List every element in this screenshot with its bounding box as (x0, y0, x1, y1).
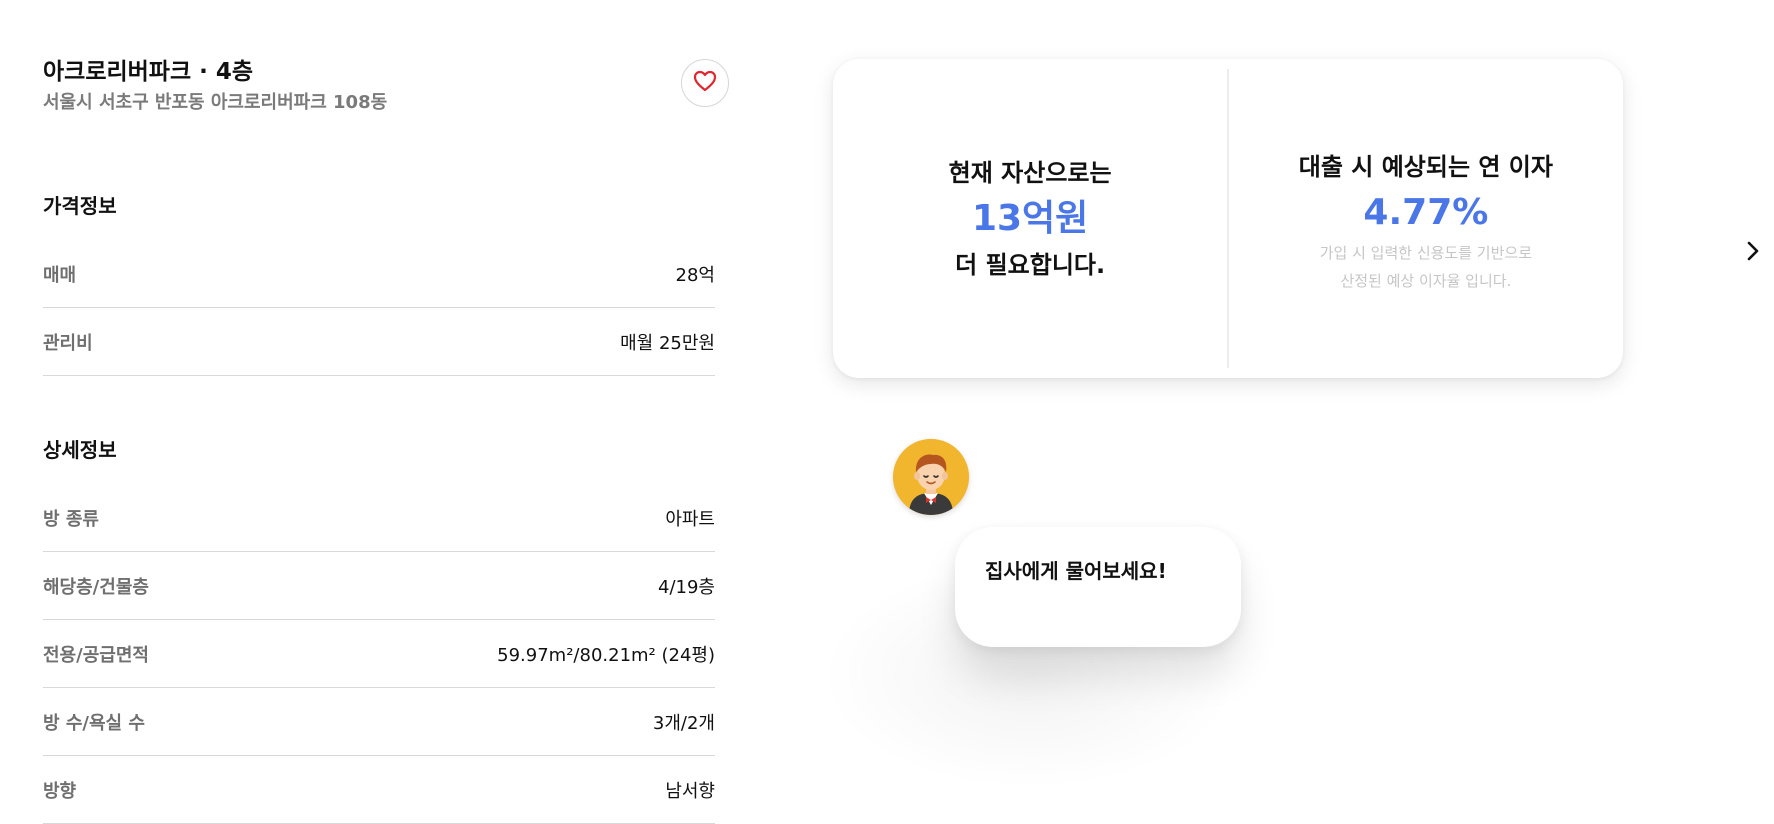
asset-shortfall-panel: 현재 자산으로는 13억원 더 필요합니다. (833, 59, 1227, 378)
loan-note-line1: 가입 시 입력한 신용도를 기반으로 (1319, 243, 1533, 262)
assistant-message: 집사에게 물어보세요! (985, 559, 1167, 583)
row-label: 방향 (43, 780, 77, 802)
listing-address: 서울시 서초구 반포동 아크로리버파크 108동 (43, 92, 388, 113)
chevron-right-icon[interactable] (1744, 238, 1762, 264)
asset-line2: 더 필요합니다. (955, 250, 1106, 279)
price-section-title: 가격정보 (43, 194, 117, 218)
row-value: 28억 (675, 264, 715, 286)
finance-summary-card: 현재 자산으로는 13억원 더 필요합니다. 대출 시 예상되는 연 이자 4.… (833, 59, 1623, 378)
detail-section-title: 상세정보 (43, 438, 117, 462)
price-row-sale: 매매 28억 (43, 240, 715, 308)
detail-info-list: 방 종류 아파트 해당층/건물층 4/19층 전용/공급면적 59.97m²/8… (43, 484, 715, 824)
row-value: 남서향 (665, 780, 715, 802)
row-value: 매월 25만원 (620, 332, 715, 354)
row-value: 4/19층 (658, 576, 715, 598)
price-row-maintenance: 관리비 매월 25만원 (43, 308, 715, 376)
heart-icon (693, 70, 717, 96)
row-label: 전용/공급면적 (43, 644, 149, 666)
butler-avatar[interactable] (893, 439, 969, 515)
row-value: 아파트 (665, 508, 715, 530)
detail-row-direction: 방향 남서향 (43, 756, 715, 824)
detail-row-area: 전용/공급면적 59.97m²/80.21m² (24평) (43, 620, 715, 688)
detail-row-room-type: 방 종류 아파트 (43, 484, 715, 552)
assistant-chat-bubble[interactable]: 집사에게 물어보세요! (955, 527, 1241, 647)
row-label: 관리비 (43, 332, 93, 354)
loan-note-line2: 산정된 예상 이자율 입니다. (1340, 271, 1512, 290)
asset-shortfall-amount: 13억원 (971, 197, 1089, 239)
asset-line1: 현재 자산으로는 (948, 158, 1112, 187)
listing-title: 아크로리버파크 · 4층 (43, 59, 254, 85)
listing-detail-panel: 아크로리버파크 · 4층 서울시 서초구 반포동 아크로리버파크 108동 가격… (43, 52, 729, 824)
row-label: 방 종류 (43, 508, 99, 530)
detail-row-rooms: 방 수/욕실 수 3개/2개 (43, 688, 715, 756)
loan-interest-rate: 4.77% (1363, 191, 1489, 233)
row-value: 59.97m²/80.21m² (24평) (497, 644, 715, 666)
row-label: 해당층/건물층 (43, 576, 149, 598)
price-info-list: 매매 28억 관리비 매월 25만원 (43, 240, 715, 376)
detail-row-floor: 해당층/건물층 4/19층 (43, 552, 715, 620)
loan-interest-panel: 대출 시 예상되는 연 이자 4.77% 가입 시 입력한 신용도를 기반으로 … (1229, 59, 1623, 378)
favorite-button[interactable] (681, 59, 729, 107)
row-label: 방 수/욕실 수 (43, 712, 145, 734)
row-value: 3개/2개 (652, 712, 715, 734)
row-label: 매매 (43, 264, 77, 286)
loan-title: 대출 시 예상되는 연 이자 (1298, 152, 1553, 181)
